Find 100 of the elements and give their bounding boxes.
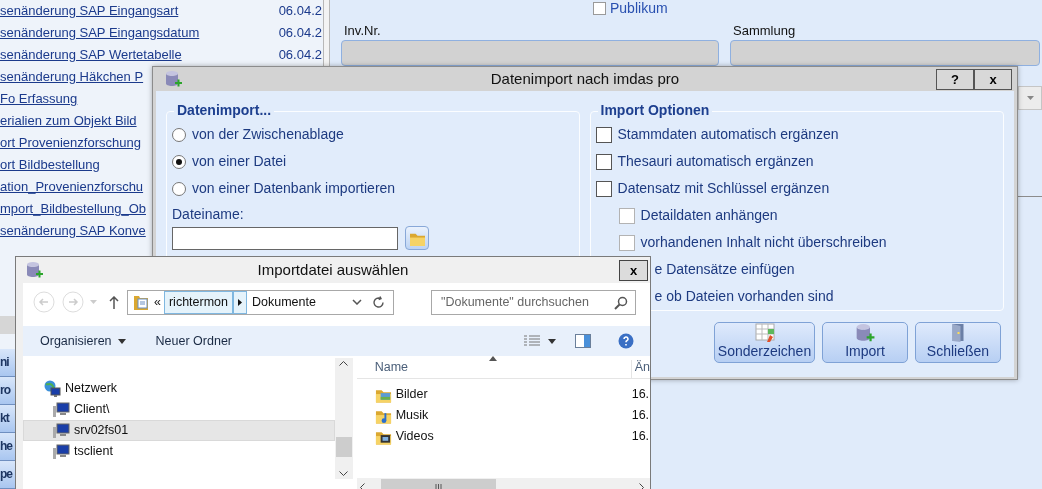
tree-item[interactable]: Client\ xyxy=(23,399,335,420)
computer-icon xyxy=(53,443,70,460)
file-date: 16. xyxy=(631,429,650,444)
scroll-thumb[interactable] xyxy=(335,437,352,457)
text-field[interactable] xyxy=(730,40,1040,66)
arrow-icon xyxy=(238,298,242,306)
date-text: 06.04.2 xyxy=(278,25,323,41)
folder-icon xyxy=(133,293,149,311)
checkbox-label: vorhandenen Inhalt nicht überschreiben xyxy=(640,234,887,251)
scroll-right-icon[interactable] xyxy=(639,482,644,489)
preview-pane-icon[interactable] xyxy=(575,334,591,348)
database-icon xyxy=(26,261,43,279)
list-link[interactable]: senänderung SAP Wertetabelle xyxy=(0,47,182,63)
new-folder-button[interactable]: Neuer Ordner xyxy=(150,331,237,351)
date-text: 06.04.2 xyxy=(278,47,323,63)
table-icon xyxy=(754,323,775,344)
browse-button[interactable] xyxy=(405,226,429,250)
checkbox-label: e Datensätze einfügen xyxy=(654,261,795,278)
scroll-up-icon[interactable] xyxy=(339,361,349,366)
network-icon xyxy=(44,380,61,397)
file-name[interactable]: Bilder xyxy=(395,387,428,402)
tree-item[interactable]: srv02fs01 xyxy=(23,420,335,441)
scroll-left-icon[interactable] xyxy=(359,482,365,489)
checkbox[interactable] xyxy=(595,153,612,170)
tree-item[interactable]: Netzwerk xyxy=(23,378,335,399)
group-title: Datenimport... xyxy=(174,102,275,119)
side-tab[interactable]: he xyxy=(0,433,15,461)
filename-field[interactable] xyxy=(172,226,398,250)
window-title: Datenimport nach imdas pro xyxy=(490,70,680,88)
computer-icon xyxy=(53,401,70,418)
caret-icon[interactable] xyxy=(548,338,556,344)
field-label: Sammlung xyxy=(732,23,797,40)
checkbox[interactable] xyxy=(595,126,612,143)
checkbox[interactable] xyxy=(595,180,612,197)
list-link[interactable]: ort Bildbestellung xyxy=(0,157,100,173)
search-field[interactable]: "Dokumente" durchsuchen xyxy=(431,289,636,315)
file-name[interactable]: Videos xyxy=(395,429,434,444)
list-link[interactable]: senänderung SAP Eingangsdatum xyxy=(0,25,200,41)
help-icon[interactable] xyxy=(618,333,634,349)
list-link[interactable]: ort Provenienzforschung xyxy=(0,135,141,151)
list-link[interactable]: senänderung SAP Eingangsart xyxy=(0,3,179,19)
side-tab[interactable]: pe xyxy=(0,461,15,489)
radio-button[interactable] xyxy=(172,127,186,142)
radio-label: von einer Datei xyxy=(192,153,287,170)
grip-icon xyxy=(434,483,442,489)
text-field[interactable] xyxy=(341,40,719,66)
checkbox-label: Stammdaten automatisch ergänzen xyxy=(617,126,839,143)
database-icon xyxy=(855,323,875,344)
tree-item[interactable]: tsclient xyxy=(23,441,335,462)
dialog-button[interactable]: Sonderzeichen xyxy=(714,322,815,363)
dropdown-field[interactable] xyxy=(1018,86,1042,110)
database-icon xyxy=(165,70,182,88)
scrollbar[interactable] xyxy=(334,358,353,479)
side-tab[interactable]: ro xyxy=(0,377,15,405)
checkbox-label: Detaildaten anhängen xyxy=(640,207,778,224)
side-tab[interactable]: kt xyxy=(0,405,15,433)
list-link[interactable]: senänderung Häkchen P xyxy=(0,69,144,85)
radio-button[interactable] xyxy=(172,181,186,196)
scroll-down-icon[interactable] xyxy=(339,471,349,476)
help-button[interactable]: ? xyxy=(936,68,974,90)
list-link[interactable]: erialien zum Objekt Bild xyxy=(0,113,137,129)
close-button[interactable]: x xyxy=(974,68,1012,90)
checkbox-label: Datensatz mit Schlüssel ergänzen xyxy=(617,180,830,197)
radio-label: von der Zwischenablage xyxy=(192,126,344,143)
file-name[interactable]: Musik xyxy=(395,408,429,423)
field-label: Inv.Nr. xyxy=(343,23,382,40)
group-title: Import Optionen xyxy=(597,102,713,119)
refresh-icon[interactable] xyxy=(372,295,385,309)
file-date: 16. xyxy=(631,387,650,402)
dialog-button[interactable]: Import xyxy=(822,322,908,363)
organize-menu-button[interactable]: Organisieren xyxy=(35,331,131,351)
field-label: Dateiname: xyxy=(172,206,245,224)
search-icon[interactable] xyxy=(614,295,628,310)
breadcrumb-overflow[interactable]: « xyxy=(154,294,161,310)
column-header[interactable]: Än xyxy=(631,360,650,378)
file-date: 16. xyxy=(631,408,650,423)
side-tab[interactable]: ni xyxy=(0,349,15,377)
caret-icon xyxy=(117,338,126,344)
up-arrow-icon[interactable] xyxy=(109,295,119,309)
tab-strip-header xyxy=(0,316,15,334)
close-button[interactable]: x xyxy=(619,259,648,281)
list-link[interactable]: Fo Erfassung xyxy=(0,91,78,107)
caret-icon xyxy=(1026,96,1034,100)
list-link[interactable]: mport_Bildbestellung_Ob xyxy=(0,201,146,217)
dialog-button[interactable]: Schließen xyxy=(915,322,1001,363)
list-link[interactable]: ation_Provenienzforschu xyxy=(0,179,144,195)
checkbox-label: Thesauri automatisch ergänzen xyxy=(617,153,814,170)
checkbox[interactable] xyxy=(593,2,606,15)
radio-label: von einer Datenbank importieren xyxy=(192,180,396,197)
computer-icon xyxy=(53,422,70,439)
list-link[interactable]: senänderung SAP Konve xyxy=(0,223,146,239)
breadcrumb-segment[interactable]: Dokumente xyxy=(247,290,321,314)
address-bar[interactable]: « richtermon Dokumente xyxy=(127,289,394,315)
window-title: Importdatei auswählen xyxy=(257,261,409,279)
date-text: 06.04.2 xyxy=(278,3,323,19)
chevron-down-icon[interactable] xyxy=(352,299,362,305)
breadcrumb-arrow-button[interactable] xyxy=(233,290,247,314)
breadcrumb-segment[interactable]: richtermon xyxy=(163,290,233,314)
radio-button[interactable] xyxy=(172,154,186,169)
checkbox-label: e ob Dateien vorhanden sind xyxy=(654,288,834,305)
